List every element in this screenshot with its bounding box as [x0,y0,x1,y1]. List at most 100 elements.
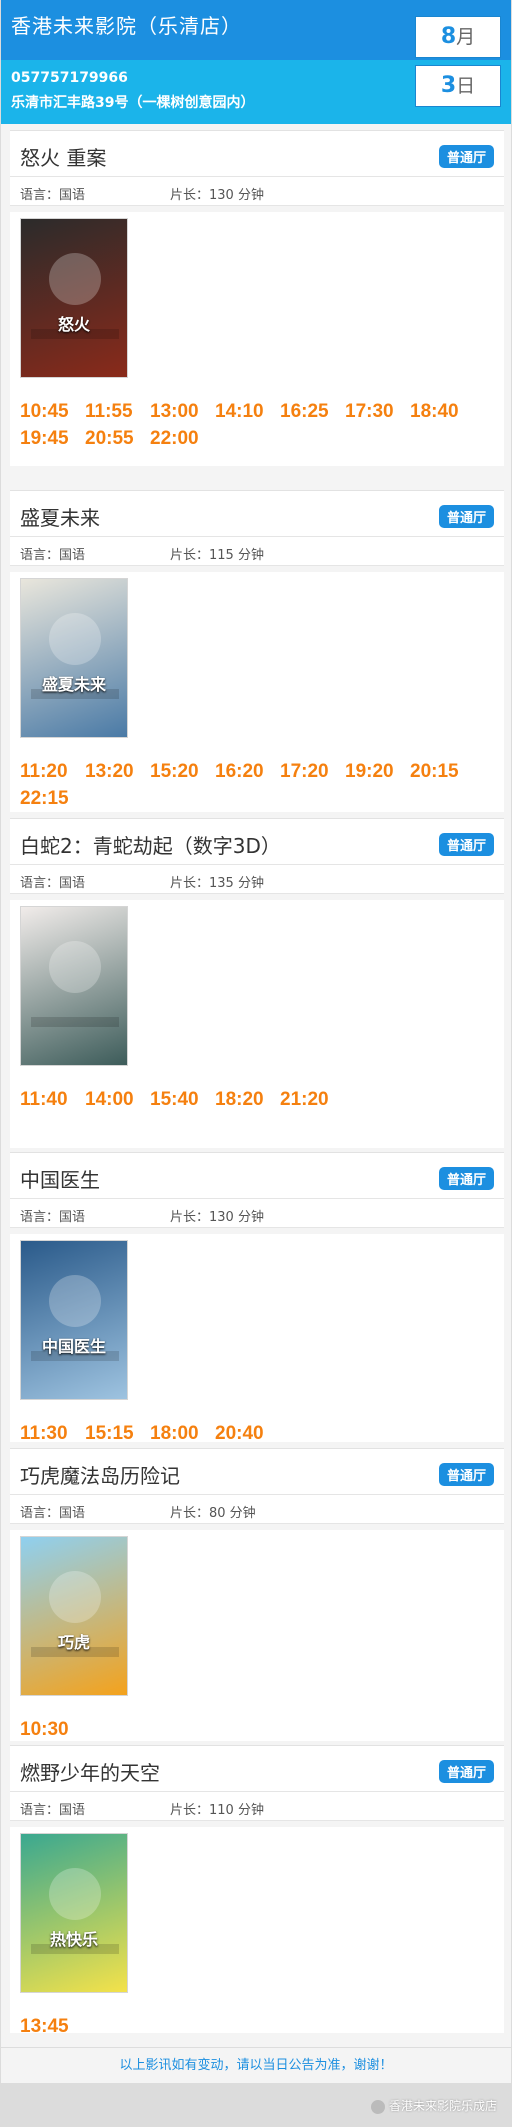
showtime[interactable]: 22:15 [20,785,85,812]
movie-title[interactable]: 怒火 重案 [20,142,106,171]
movie-length: 片长：130 分钟 [170,188,264,203]
movie-length: 片长：115 分钟 [170,548,264,563]
showtime[interactable]: 19:45 [20,425,85,452]
movie-language: 语言：国语 [20,1803,86,1818]
showtime[interactable]: 21:20 [280,1086,345,1113]
showtime[interactable]: 20:55 [85,425,150,452]
showtime[interactable]: 20:15 [410,758,475,785]
movie-card: 怒火 重案 普通厅 语言：国语 片长：130 分钟 怒火 10:45 11:55 13:00 1… [10,130,504,466]
movie-length: 片长：130 分钟 [170,1210,264,1225]
watermark-text: 香港未来影院乐成店 [388,2099,497,2113]
movie-title-bar: 怒火 重案 普通厅 [10,130,504,176]
showtime[interactable]: 10:30 [20,1716,85,1743]
showtimes: 13:45 [20,2013,494,2040]
showtime[interactable]: 17:20 [280,758,345,785]
header-contact: 057757179966 乐清市汇丰路39号（一棵树创意园内） 3日 [1,60,511,124]
poster-title: 巧虎 [57,1633,90,1652]
movie-poster[interactable]: 盛夏未来 [20,578,128,738]
poster-title: 热快乐 [49,1930,98,1949]
showtime[interactable]: 18:40 [410,398,475,425]
poster-title: 盛夏未来 [41,675,106,694]
movie-poster[interactable] [20,906,128,1066]
movie-card: 白蛇2：青蛇劫起（数字3D） 普通厅语言：国语 片长：135 分钟 11:40 14:0… [10,818,504,1148]
movie-length: 片长：135 分钟 [170,876,264,891]
movie-poster[interactable]: 中国医生 [20,1240,128,1400]
app-root: 香港未来影院（乐清店） 8月 057757179966 乐清市汇丰路39号（一棵… [0,0,512,2127]
showtime[interactable]: 16:20 [215,758,280,785]
day-number: 3 [440,73,457,98]
showtime[interactable]: 16:25 [280,398,345,425]
showtime[interactable]: 15:20 [150,758,215,785]
movie-card: 中国医生 普通厅 语言：国语 片长：130 分钟 中国医生 11:30 15:15 18:00… [10,1152,504,1444]
bottom-strip: 香港未来影院乐成店 [1,2083,511,2127]
movie-language: 语言：国语 [20,876,86,891]
showtimes: 10:45 11:55 13:00 14:10 16:25 17:30 18:40 19:45… [20,398,494,452]
day-box: 3日 [415,65,501,107]
movie-title[interactable]: 燃野少年的天空 [20,1757,160,1786]
movie-body: 怒火 10:45 11:55 13:00 14:10 16:25 17:30 18:40 19:… [10,212,504,466]
cinema-address: 乐清市汇丰路39号（一棵树创意园内） [11,95,255,111]
movie-body: 巧虎 10:30 [10,1530,504,1741]
movie-poster[interactable]: 热快乐 [20,1833,128,1993]
movie-body: 中国医生 11:30 15:15 18:00 20:40 [10,1234,504,1444]
movie-info-bar: 语言：国语 片长：135 分钟 [10,864,504,894]
hall-badge: 普通厅 [438,145,494,168]
showtime[interactable]: 20:40 [215,1420,280,1447]
showtimes: 11:20 13:20 15:20 16:20 17:20 19:20 20:15 22:15 [20,758,494,812]
movie-info-bar: 语言：国语 片长：130 分钟 [10,176,504,206]
month-unit: 月 [456,26,476,48]
showtime[interactable]: 17:30 [345,398,410,425]
movie-info-bar: 语言：国语 片长：110 分钟 [10,1791,504,1821]
showtime[interactable]: 13:00 [150,398,215,425]
movie-title-bar: 燃野少年的天空 普通厅 [10,1745,504,1791]
movie-language: 语言：国语 [20,1506,86,1521]
movie-title[interactable]: 盛夏未来 [20,502,100,531]
showtimes: 10:30 [20,1716,494,1743]
movie-body: 盛夏未来 11:20 13:20 15:20 16:20 17:20 19:20 20:15 2… [10,572,504,812]
showtime[interactable]: 11:55 [85,398,150,425]
showtime[interactable]: 18:00 [150,1420,215,1447]
showtime[interactable]: 14:00 [85,1086,150,1113]
showtime[interactable]: 10:45 [20,398,85,425]
hall-badge: 普通厅 [438,1760,494,1783]
showtime[interactable]: 15:40 [150,1086,215,1113]
footer-notice: 以上影讯如有变动，请以当日公告为准，谢谢！ [1,2047,511,2083]
month-box: 8月 [415,16,501,58]
showtime[interactable]: 11:30 [20,1420,85,1447]
showtime[interactable]: 18:20 [215,1086,280,1113]
showtime[interactable]: 11:40 [20,1086,85,1113]
hall-badge: 普通厅 [438,1463,494,1486]
showtime[interactable]: 19:20 [345,758,410,785]
movie-language: 语言：国语 [20,188,86,203]
hall-badge: 普通厅 [438,833,494,856]
showtime[interactable]: 11:20 [20,758,85,785]
showtime[interactable]: 22:00 [150,425,215,452]
month-number: 8 [440,24,457,49]
cinema-phone[interactable]: 057757179966 [11,70,128,86]
movie-info-bar: 语言：国语 片长：115 分钟 [10,536,504,566]
movie-length: 片长：110 分钟 [170,1803,264,1818]
showtime[interactable]: 13:20 [85,758,150,785]
movie-poster[interactable]: 巧虎 [20,1536,128,1696]
showtimes: 11:40 14:00 15:40 18:20 21:20 [20,1086,494,1113]
movie-language: 语言：国语 [20,548,86,563]
movie-poster[interactable]: 怒火 [20,218,128,378]
movie-info-bar: 语言：国语 片长：80 分钟 [10,1494,504,1524]
showtime[interactable]: 13:45 [20,2013,85,2040]
showtime[interactable]: 15:15 [85,1420,150,1447]
movie-card: 巧虎魔法岛历险记 普通厅语言：国语 片长：80 分钟巧虎 10:30 [10,1448,504,1741]
movie-title[interactable]: 巧虎魔法岛历险记 [20,1460,180,1489]
showtime[interactable]: 14:10 [215,398,280,425]
showtimes: 11:30 15:15 18:00 20:40 [20,1420,494,1447]
cinema-name: 香港未来影院（乐清店） [11,14,242,38]
movie-title[interactable]: 白蛇2：青蛇劫起（数字3D） [20,830,281,859]
movie-body: 热快乐 13:45 [10,1827,504,2037]
movie-title[interactable]: 中国医生 [20,1164,100,1193]
movie-title-bar: 中国医生 普通厅 [10,1152,504,1198]
movie-card: 盛夏未来 普通厅 语言：国语 片长：115 分钟 盛夏未来 11:20 13:20 15:20… [10,490,504,812]
hall-badge: 普通厅 [438,1167,494,1190]
movie-title-bar: 盛夏未来 普通厅 [10,490,504,536]
poster-title: 怒火 [57,315,90,334]
hall-badge: 普通厅 [438,505,494,528]
movie-info-bar: 语言：国语 片长：130 分钟 [10,1198,504,1228]
